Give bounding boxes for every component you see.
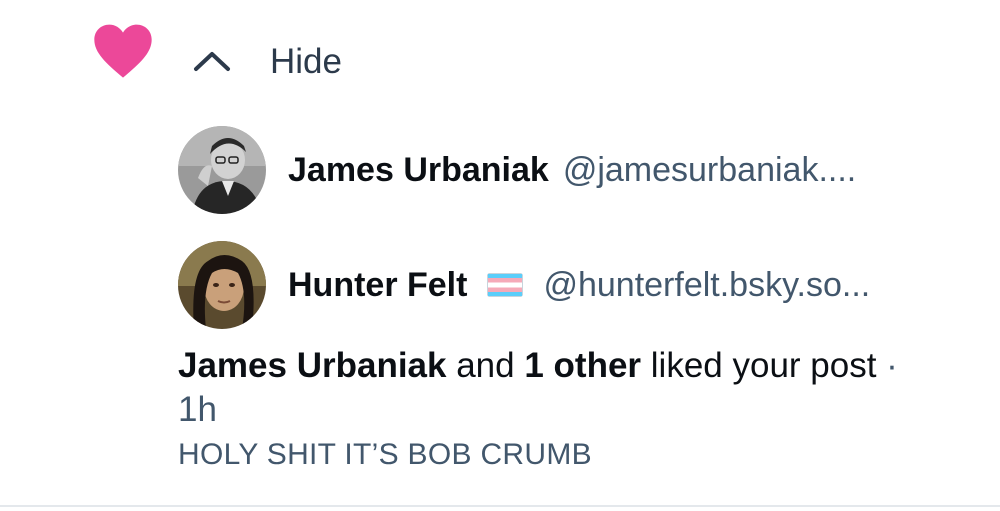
liker-name: James Urbaniak: [288, 150, 549, 189]
post-preview[interactable]: HOLY SHIT IT’S BOB CRUMB: [178, 438, 592, 472]
notification-summary: James Urbaniak and 1 other liked your po…: [178, 344, 898, 432]
heart-icon: [94, 24, 152, 78]
chevron-up-icon: [194, 52, 230, 71]
divider: [0, 505, 1000, 507]
actor-name[interactable]: James Urbaniak: [178, 346, 446, 385]
hide-toggle-button[interactable]: Hide: [192, 36, 342, 86]
liker-name: Hunter Felt: [288, 265, 468, 304]
timestamp: 1h: [178, 390, 217, 429]
transgender-flag-icon: [487, 273, 524, 297]
time-separator: ·: [876, 346, 898, 385]
hide-label: Hide: [270, 41, 342, 81]
liker-handle: @jamesurbaniak....: [562, 150, 857, 189]
liker-row[interactable]: Hunter Felt @hunterfelt.bsky.so...: [178, 241, 870, 329]
summary-connector: and: [446, 346, 525, 385]
liker-handle: @hunterfelt.bsky.so...: [543, 265, 871, 304]
avatar[interactable]: [178, 241, 266, 329]
avatar[interactable]: [178, 126, 266, 214]
summary-action: liked your post: [641, 346, 877, 385]
liker-row[interactable]: James Urbaniak @jamesurbaniak....: [178, 126, 856, 214]
others-count: 1 other: [524, 346, 642, 385]
